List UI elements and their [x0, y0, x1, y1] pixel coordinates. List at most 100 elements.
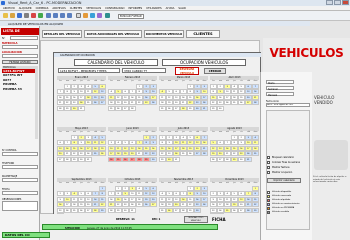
car-icon[interactable]: [90, 13, 95, 18]
calendar-day[interactable]: 9: [166, 140, 173, 145]
close-dialog-button[interactable]: CERRAR: [204, 68, 226, 74]
calendar-day[interactable]: 10: [201, 191, 208, 196]
calendar-day[interactable]: 8: [187, 191, 194, 196]
calendar-day[interactable]: 12: [166, 196, 173, 202]
calendar-day[interactable]: 17: [129, 196, 136, 202]
calendar-day[interactable]: 31: [85, 156, 92, 162]
calendar-day[interactable]: 27: [122, 105, 129, 111]
menu-item-informes[interactable]: INFORMES: [129, 7, 143, 10]
calendar-day[interactable]: 5: [231, 191, 238, 196]
calendar-day[interactable]: 21: [245, 202, 252, 207]
calendar-day[interactable]: 10: [217, 196, 224, 202]
calendar-day[interactable]: 6: [245, 83, 252, 89]
calendar-day[interactable]: 25: [159, 207, 166, 213]
calendar-day[interactable]: 17: [78, 94, 85, 100]
calendar-day[interactable]: 2: [150, 134, 157, 140]
calendar-day[interactable]: 24: [245, 151, 252, 156]
calendar-day[interactable]: 16: [150, 145, 157, 151]
calendar-day[interactable]: 27: [173, 207, 180, 213]
calendar-day[interactable]: 23: [210, 207, 217, 213]
calendar-day[interactable]: 22: [231, 151, 238, 156]
calendar-day[interactable]: 15: [252, 196, 259, 202]
calendar-day[interactable]: 9: [78, 140, 85, 145]
calendar-day[interactable]: 25: [108, 105, 115, 111]
calendar-day[interactable]: 14: [57, 94, 64, 100]
calendar-day[interactable]: 6: [99, 83, 106, 89]
calendar-day[interactable]: 15: [136, 94, 143, 100]
calendar-day[interactable]: 26: [122, 156, 129, 162]
calendar-day[interactable]: 21: [224, 151, 231, 156]
calendar-day[interactable]: 13: [57, 145, 64, 151]
menu-item-archivo[interactable]: ARCHIVO: [3, 7, 15, 10]
observations-field[interactable]: [2, 201, 38, 211]
calendar-day[interactable]: 12: [231, 196, 238, 202]
calendar-day[interactable]: 2: [210, 191, 217, 196]
calendar-day[interactable]: 9: [122, 191, 129, 196]
tab-documents[interactable]: DOCUMENTOS VEHICULO: [144, 30, 184, 38]
calendar-day[interactable]: 29: [231, 156, 238, 162]
calendar-day[interactable]: 7: [224, 140, 231, 145]
calendar-day[interactable]: 15: [159, 145, 166, 151]
calendar-day[interactable]: 11: [180, 140, 187, 145]
calendar-day[interactable]: 15: [143, 145, 150, 151]
calendar-day[interactable]: 5: [166, 89, 173, 94]
calendar-day[interactable]: 24: [201, 202, 208, 207]
calendar-day[interactable]: 10: [129, 191, 136, 196]
calendar-day[interactable]: 22: [99, 202, 106, 207]
calendar-day[interactable]: 6: [85, 191, 92, 196]
close-button[interactable]: [342, 0, 349, 5]
calendar-day[interactable]: 19: [92, 94, 99, 100]
calendar-day[interactable]: 29: [187, 105, 194, 111]
calendar-day[interactable]: 26: [238, 100, 245, 105]
calendar-day[interactable]: 28: [252, 100, 259, 105]
calendar-day[interactable]: 14: [180, 94, 187, 100]
calendar-day[interactable]: 4: [224, 191, 231, 196]
calendar-day[interactable]: 20: [122, 100, 129, 105]
calendar-day[interactable]: 16: [217, 94, 224, 100]
calendar-day[interactable]: 15: [115, 196, 122, 202]
calendar-day[interactable]: 4: [115, 140, 122, 145]
calendar-day[interactable]: 28: [245, 207, 252, 213]
calendar-day[interactable]: 2: [238, 134, 245, 140]
date-field[interactable]: [2, 191, 38, 195]
calendar-day[interactable]: 17: [150, 94, 157, 100]
calendar-day[interactable]: 7: [92, 191, 99, 196]
calendar-day[interactable]: 20: [238, 202, 245, 207]
calendar-day[interactable]: 2: [217, 83, 224, 89]
calendar-day[interactable]: 6: [238, 191, 245, 196]
calendar-day[interactable]: 6: [173, 191, 180, 196]
calendar-day[interactable]: 21: [64, 151, 71, 156]
calendar-day[interactable]: 19: [210, 151, 217, 156]
calendar-day[interactable]: 4: [85, 83, 92, 89]
calendar-day[interactable]: 12: [210, 145, 217, 151]
calendar-day[interactable]: 7: [108, 191, 115, 196]
frequency-select-2[interactable]: Semanal: [266, 86, 294, 91]
next-record-icon[interactable]: [60, 13, 65, 18]
calendar-day[interactable]: 9: [194, 191, 201, 196]
calendar-day[interactable]: 8: [115, 191, 122, 196]
menu-item-vehiculos[interactable]: VEHICULOS: [86, 7, 101, 10]
calendar-day[interactable]: 28: [64, 156, 71, 162]
calendar-day[interactable]: 11: [159, 94, 166, 100]
calendar-day[interactable]: 3: [64, 191, 71, 196]
calendar-day[interactable]: 18: [252, 145, 259, 151]
calendar-day[interactable]: 13: [173, 196, 180, 202]
calendar-day[interactable]: 30: [194, 105, 201, 111]
start-date-field[interactable]: lunes , 16 de agosto de 2012: [266, 103, 310, 107]
calendar-day[interactable]: 8: [231, 140, 238, 145]
calendar-day[interactable]: 7: [129, 89, 136, 94]
calendar-day[interactable]: 18: [115, 151, 122, 156]
calendar-day[interactable]: 5: [92, 83, 99, 89]
calendar-day[interactable]: 25: [180, 151, 187, 156]
calendar-day[interactable]: 27: [173, 105, 180, 111]
calendar-day[interactable]: 17: [224, 94, 231, 100]
calendar-day[interactable]: 27: [238, 207, 245, 213]
calendar-day[interactable]: 8: [159, 140, 166, 145]
calendar-day[interactable]: 27: [217, 156, 224, 162]
calendar-day[interactable]: 17: [85, 145, 92, 151]
phone-field[interactable]: [2, 165, 38, 169]
calendar-day[interactable]: 3: [224, 83, 231, 89]
calendar-day[interactable]: 14: [92, 196, 99, 202]
minimize-button[interactable]: [326, 0, 333, 5]
users-icon[interactable]: [83, 13, 88, 18]
